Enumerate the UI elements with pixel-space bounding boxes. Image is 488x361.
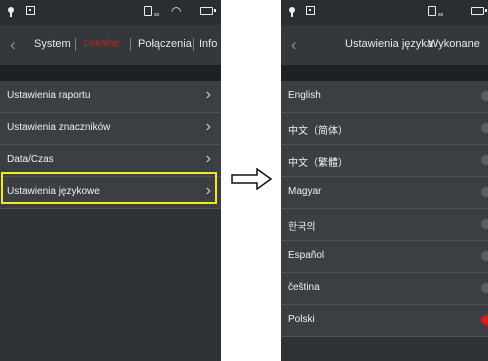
language-label: English [288,90,321,101]
location-pin-icon [8,7,14,17]
tab-system[interactable]: System [34,38,71,50]
status-bar: sᴅ [281,0,488,25]
tab-info[interactable]: Info [199,38,217,50]
language-label: Español [288,250,325,261]
tab-connections[interactable]: Połączenia [138,38,192,50]
language-option-chinese-traditional[interactable]: 中文（繁體） [281,145,488,177]
section-gap [281,65,488,81]
radio-indicator-icon [481,187,488,197]
language-list: English 中文（简体） 中文（繁體） Magyar 한국의 Español… [281,81,488,337]
menu-item-report-settings[interactable]: Ustawienia raportu › [0,81,221,113]
sd-card-icon: sᴅ [154,12,160,18]
menu-item-label: Ustawienia znaczników [7,122,111,133]
language-option-cestina[interactable]: čeština [281,273,488,305]
radio-indicator-icon [481,155,488,165]
radio-indicator-icon [481,219,488,229]
location-pin-icon [289,7,295,17]
language-option-magyar[interactable]: Magyar [281,177,488,209]
chevron-right-icon: › [205,118,211,135]
language-label: čeština [288,282,320,293]
sd-card-icon: sᴅ [438,12,444,18]
radio-indicator-icon [481,123,488,133]
radio-indicator-icon [481,251,488,261]
wifi-icon: ◠ [171,4,182,18]
status-bar: sᴅ ◠ [0,0,221,25]
menu-item-label: Ustawienia raportu [7,90,91,101]
radio-indicator-icon [481,91,488,101]
language-label: 한국의 [288,222,316,233]
language-label: 中文（繁體） [288,158,348,169]
back-chevron-icon[interactable]: ‹ [291,36,297,53]
menu-item-label: Data/Czas [7,154,54,165]
language-option-chinese-simplified[interactable]: 中文（简体） [281,113,488,145]
tab-divider [130,38,131,51]
language-option-english[interactable]: English [281,81,488,113]
sd-card-icon [428,6,436,16]
language-option-polski[interactable]: Polski [281,305,488,337]
language-label: 中文（简体） [288,126,348,137]
battery-icon [471,7,487,15]
radio-indicator-icon [481,315,488,325]
radio-indicator-icon [481,283,488,293]
battery-icon [200,7,216,15]
title-bar: ‹ Ustawienia języka Wykonane [281,25,488,65]
grid-icon [306,6,315,15]
back-chevron-icon[interactable]: ‹ [10,36,16,53]
language-option-espanol[interactable]: Español [281,241,488,273]
language-option-korean[interactable]: 한국의 [281,209,488,241]
tab-local[interactable]: Lokalne [84,38,119,49]
language-screen: sᴅ ‹ Ustawienia języka Wykonane English … [281,0,488,361]
selection-highlight [1,172,217,204]
tab-divider [193,38,194,51]
page-title: Ustawienia języka [345,38,434,50]
done-button[interactable]: Wykonane [428,38,480,50]
tab-divider [75,38,76,51]
language-label: Magyar [288,186,322,197]
tab-bar: ‹ System Lokalne Połączenia Info [0,25,221,65]
language-label: Polski [288,314,315,325]
chevron-right-icon: › [205,86,211,103]
menu-item-marker-settings[interactable]: Ustawienia znaczników › [0,113,221,145]
right-arrow-icon [231,168,273,190]
grid-icon [26,6,35,15]
chevron-right-icon: › [205,150,211,167]
sd-card-icon [144,6,152,16]
section-gap [0,65,221,81]
